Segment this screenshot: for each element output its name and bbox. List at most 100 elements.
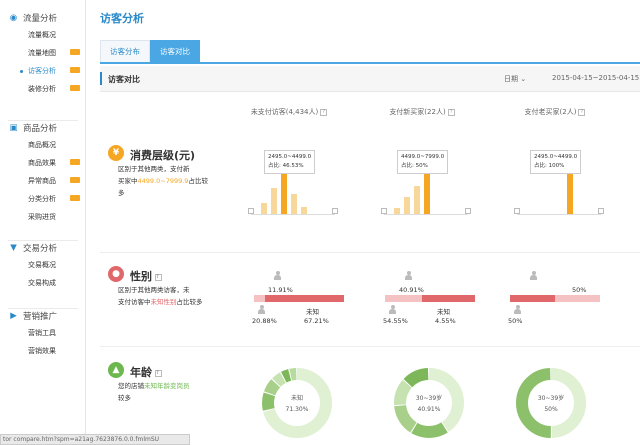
desc-text: 较多 (118, 394, 131, 402)
female-bar[interactable] (555, 295, 600, 302)
desc-text: 区别于其他两类，支付新 (118, 165, 190, 173)
sidebar-section-label: 商品分析 (23, 124, 58, 134)
help-icon[interactable]: ? (320, 108, 328, 116)
sidebar-item[interactable]: 交易概况 (8, 256, 86, 274)
sidebar-section: ▣ 商品分析商品概况商品效果 异常商品分类分析采购进货 (8, 120, 86, 226)
sidebar-section-title[interactable]: ◉ 流量分析 (8, 10, 86, 26)
age-title: 年龄? (130, 364, 162, 380)
age-donut-label: 30~39岁 50% (531, 393, 571, 415)
sidebar-section-label: 营销推广 (23, 312, 58, 322)
sidebar-item[interactable]: 营销工具 (8, 324, 86, 342)
chart-bar[interactable] (261, 203, 267, 214)
sidebar-item[interactable]: 异常商品 (8, 172, 86, 190)
help-icon[interactable]: ? (447, 108, 455, 116)
column-label: 未支付访客(4,434人) (250, 108, 319, 116)
tab-bar: 访客分布 访客对比 (100, 40, 200, 62)
sidebar-item-label: 流量概况 (28, 31, 56, 39)
age-percent: 40.91% (417, 406, 441, 413)
male-bar[interactable] (510, 295, 555, 302)
help-icon[interactable]: ? (155, 369, 162, 377)
consumption-description: 区别于其他两类，支付新 买家中4499.0~7999.9占比较多 (118, 163, 214, 199)
sidebar-item[interactable]: 商品概况 (8, 136, 86, 154)
sidebar-section-title[interactable]: ▼ 交易分析 (8, 240, 86, 256)
person-icon: ● (108, 266, 124, 282)
help-icon[interactable]: ? (155, 273, 162, 281)
chart-axis (517, 214, 601, 215)
sidebar-item[interactable]: 商品效果 (8, 154, 86, 172)
tab-underline (100, 62, 640, 64)
male-percent: 50% (572, 286, 587, 294)
sidebar-section: ▶ 营销推广营销工具营销效果 (8, 308, 86, 360)
age-donut-label: 30~39岁 40.91% (409, 393, 449, 415)
desc-highlight: 4499.0~7999.9 (137, 177, 189, 185)
unknown-percent: 67.21% (304, 317, 329, 325)
tooltip-range: 4499.0~7999.0 (401, 154, 445, 160)
age-percent: 71.30% (285, 406, 309, 413)
sidebar-item[interactable]: 流量概况 (8, 26, 86, 44)
sidebar-item-label: 商品概况 (28, 141, 56, 149)
sidebar-item[interactable]: 流量地图 (8, 44, 86, 62)
gender-description: 区别于其他两类访客，未 支付访客中未知性别占比较多 (118, 284, 214, 308)
male-percent: 40.91% (399, 286, 424, 294)
tab-visitor-compare[interactable]: 访客对比 (150, 40, 200, 62)
chart-scroll-right-icon[interactable] (598, 208, 604, 214)
desc-text: 买家中 (118, 177, 138, 185)
age-group: 未知 (290, 395, 303, 402)
help-icon[interactable]: ? (578, 108, 586, 116)
section-title: 访客对比 (108, 75, 140, 84)
male-bar[interactable] (385, 295, 422, 302)
tooltip-range: 2495.0~4499.0 (534, 154, 578, 160)
date-selector[interactable]: 日期 ⌄ (504, 74, 526, 84)
chart-scroll-left-icon[interactable] (381, 208, 387, 214)
female-bar[interactable] (265, 295, 344, 302)
chart-bar[interactable] (404, 197, 410, 214)
sidebar-item[interactable]: 营销效果 (8, 342, 86, 360)
new-badge (70, 49, 80, 55)
chart-bar[interactable] (394, 208, 400, 214)
cart-icon: ▼ (10, 243, 17, 253)
age-description: 您的店铺未知年龄变岗员 较多 (118, 380, 214, 404)
consumption-title: 消费层级(元) (130, 149, 196, 162)
sidebar-section-title[interactable]: ▣ 商品分析 (8, 120, 86, 136)
chart-scroll-left-icon[interactable] (248, 208, 254, 214)
chart-axis (384, 214, 468, 215)
new-badge (70, 195, 80, 201)
sidebar-item[interactable]: 分类分析 (8, 190, 86, 208)
male-bar[interactable] (254, 295, 265, 302)
sidebar-section-title[interactable]: ▶ 营销推广 (8, 308, 86, 324)
age-donut-label: 未知 71.30% (277, 393, 317, 415)
desc-text: 您的店铺 (118, 382, 144, 390)
section-header: 访客对比 日期 ⌄ 2015-04-15~2015-04-15 (100, 66, 640, 92)
chart-bar[interactable] (301, 206, 307, 214)
sidebar-item-label: 营销效果 (28, 347, 56, 355)
unknown-label: 未知 (306, 308, 319, 316)
new-badge (70, 159, 80, 165)
column-header-unpaid: 未支付访客(4,434人)? (234, 107, 344, 117)
new-badge (70, 85, 80, 91)
sidebar-item[interactable]: 交易构成 (8, 274, 86, 292)
sidebar-item[interactable]: 采购进货 (8, 208, 86, 226)
female-bar[interactable] (422, 295, 475, 302)
chart-scroll-left-icon[interactable] (514, 208, 520, 214)
chart-scroll-right-icon[interactable] (465, 208, 471, 214)
tab-visitor-distribution[interactable]: 访客分布 (100, 40, 150, 62)
chart-bar[interactable] (414, 186, 420, 214)
chart-scroll-right-icon[interactable] (332, 208, 338, 214)
tooltip-ratio: 占比: 100% (534, 163, 565, 169)
sidebar-item[interactable]: 装修分析 (8, 80, 86, 98)
row-divider (100, 346, 640, 347)
age-percent: 50% (544, 406, 558, 413)
desc-text: 占比较多 (176, 298, 203, 306)
sidebar-section: ◉ 流量分析流量概况流量地图 访客分析 装修分析 (8, 10, 86, 98)
male-percent: 11.91% (268, 286, 293, 294)
gender-title-text: 性别 (130, 270, 152, 283)
sidebar-item[interactable]: 访客分析 (8, 62, 86, 80)
chart-bar[interactable] (291, 193, 297, 214)
yen-icon: ¥ (108, 145, 124, 161)
sidebar-item-label: 营销工具 (28, 329, 56, 337)
female-icon (389, 305, 396, 314)
chart-bar[interactable] (271, 187, 277, 214)
sidebar-item-label: 分类分析 (28, 195, 56, 203)
section-marker (100, 72, 102, 85)
unknown-percent: 4.55% (435, 317, 456, 325)
